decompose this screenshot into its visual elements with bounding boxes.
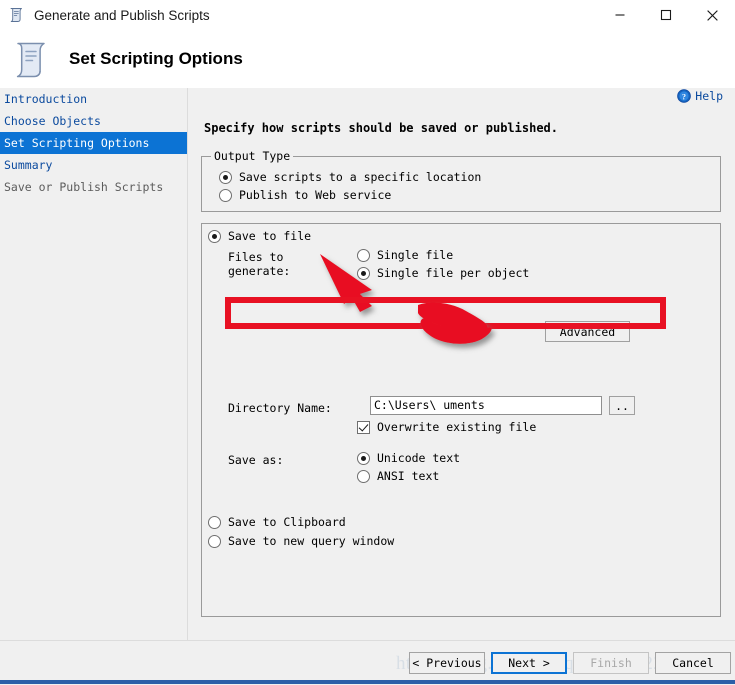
radio-label: Single file per object xyxy=(377,266,530,280)
minimize-icon[interactable] xyxy=(597,0,643,30)
finish-button: Finish xyxy=(573,652,649,674)
radio-indicator xyxy=(357,266,370,280)
script-scroll-icon xyxy=(8,6,26,24)
help-link[interactable]: ? Help xyxy=(677,89,723,103)
radio-indicator xyxy=(208,534,221,548)
wizard-step-sidebar: Introduction Choose Objects Set Scriptin… xyxy=(0,88,188,640)
maximize-icon[interactable] xyxy=(643,0,689,30)
advanced-button[interactable]: Advanced xyxy=(545,321,630,342)
radio-label: Publish to Web service xyxy=(239,188,392,202)
wizard-body: Introduction Choose Objects Set Scriptin… xyxy=(0,88,735,640)
sidebar-item-set-scripting-options[interactable]: Set Scripting Options xyxy=(0,132,187,154)
window-title: Generate and Publish Scripts xyxy=(34,7,210,23)
radio-indicator xyxy=(219,188,232,202)
checkbox-overwrite-existing-file[interactable]: Overwrite existing file xyxy=(357,420,536,434)
radio-indicator xyxy=(208,515,221,529)
window-controls xyxy=(597,0,735,30)
sidebar-item-save-or-publish-scripts[interactable]: Save or Publish Scripts xyxy=(0,176,187,198)
window-title-bar: Generate and Publish Scripts xyxy=(0,0,735,30)
radio-label: Save to file xyxy=(228,229,312,243)
sidebar-item-choose-objects[interactable]: Choose Objects xyxy=(0,110,187,132)
checkbox-label: Overwrite existing file xyxy=(377,420,537,434)
save-options-group: Save to file Advanced Files to generate:… xyxy=(201,223,721,617)
radio-label: Single file xyxy=(377,248,454,262)
sidebar-item-summary[interactable]: Summary xyxy=(0,154,187,176)
script-scroll-icon xyxy=(9,37,53,81)
radio-single-file[interactable]: Single file xyxy=(357,248,453,262)
radio-label: Save to Clipboard xyxy=(228,515,346,529)
directory-name-label: Directory Name: xyxy=(228,401,332,415)
page-header: Set Scripting Options xyxy=(0,30,735,88)
radio-label: Unicode text xyxy=(377,451,461,465)
radio-save-to-new-query-window[interactable]: Save to new query window xyxy=(208,534,394,548)
radio-indicator xyxy=(357,451,370,465)
instruction-text: Specify how scripts should be saved or p… xyxy=(204,121,559,135)
output-type-group: Output Type Save scripts to a specific l… xyxy=(201,149,721,212)
page-title: Set Scripting Options xyxy=(69,49,243,68)
directory-browse-button[interactable]: .. xyxy=(609,396,635,415)
close-icon[interactable] xyxy=(689,0,735,30)
cancel-button[interactable]: Cancel xyxy=(655,652,731,674)
previous-button[interactable]: < Previous xyxy=(409,652,485,674)
radio-indicator xyxy=(357,469,370,483)
files-to-generate-label-line2: generate: xyxy=(228,264,291,278)
checkbox-indicator xyxy=(357,420,370,434)
radio-label: Save scripts to a specific location xyxy=(239,170,482,184)
radio-unicode-text[interactable]: Unicode text xyxy=(357,451,460,465)
help-question-icon: ? xyxy=(677,89,692,103)
help-label: Help xyxy=(695,89,723,103)
sidebar-item-introduction[interactable]: Introduction xyxy=(0,88,187,110)
radio-indicator xyxy=(357,248,370,262)
radio-indicator xyxy=(208,229,221,243)
radio-indicator xyxy=(219,170,232,184)
radio-label: ANSI text xyxy=(377,469,440,483)
files-to-generate-label-line1: Files to xyxy=(228,250,284,264)
radio-label: Save to new query window xyxy=(228,534,395,548)
radio-save-scripts-to-location[interactable]: Save scripts to a specific location xyxy=(219,170,481,184)
save-as-label: Save as: xyxy=(228,453,284,467)
wizard-content-pane: ? Help Specify how scripts should be sav… xyxy=(188,88,735,640)
radio-save-to-clipboard[interactable]: Save to Clipboard xyxy=(208,515,346,529)
radio-single-file-per-object[interactable]: Single file per object xyxy=(357,266,529,280)
radio-ansi-text[interactable]: ANSI text xyxy=(357,469,439,483)
directory-name-input[interactable]: C:\Users\ uments xyxy=(370,396,602,415)
svg-text:?: ? xyxy=(682,92,686,101)
radio-publish-to-web-service[interactable]: Publish to Web service xyxy=(219,188,391,202)
footer-accent-rule xyxy=(0,680,735,684)
output-type-legend: Output Type xyxy=(211,149,294,163)
radio-save-to-file[interactable]: Save to file xyxy=(208,229,311,243)
next-button[interactable]: Next > xyxy=(491,652,567,674)
